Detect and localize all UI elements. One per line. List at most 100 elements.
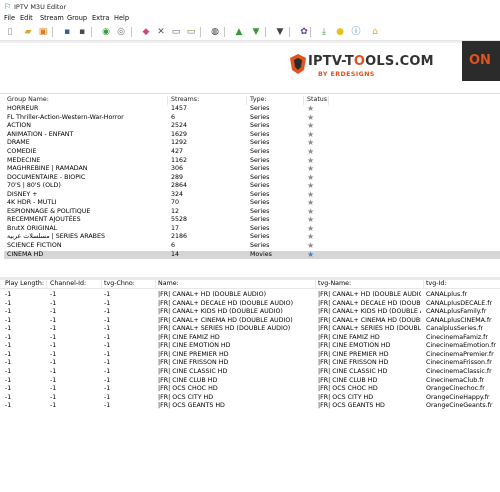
group-streams: 12 [171,207,180,215]
group-row[interactable]: CINEMA HD 14 Movies ★ [4,250,500,260]
gear-icon[interactable]: ✿ [298,26,310,38]
banner-side-text: ON [469,53,491,68]
new-file-icon[interactable]: ▯ [4,26,16,38]
group-row[interactable]: MAGHREBINE | RAMADAN 306 Series ★ [4,164,500,174]
group-streams: 289 [171,173,184,181]
channel-tvg-chno: -1 [104,359,111,367]
channel-tvg-name: |FR| OCS GEANTS HD [318,402,385,410]
group-row[interactable]: FL Thriller-Action-Western-War-Horror 6 Se… [4,113,500,123]
channel-row[interactable]: -1 -1 -1 |FR| OCS GEANTS HD |FR| OCS GEANTS … [0,402,500,411]
menu-item-0[interactable]: File [4,14,15,22]
column-header-streams[interactable]: Streams: [171,96,199,105]
copy-icon[interactable]: ▭ [170,26,182,38]
channel-name: |FR| CINE FRISSON HD [158,359,229,367]
group-row[interactable]: ACTION 2524 Series ★ [4,122,500,131]
menu-item-1[interactable]: Edit [20,14,33,22]
group-row[interactable]: HORREUR 1457 Series ★ [4,105,500,114]
column-header-channel-id[interactable]: Channel-Id: [50,280,100,289]
group-row[interactable]: 70'S | 80'S (OLD) 2864 Series ★ [4,182,500,191]
column-header-tvg-id[interactable]: tvg-Id: [426,280,500,289]
group-row[interactable]: BrutX ORIGINAL 17 Series ★ [4,224,500,234]
status-star-icon[interactable]: ★ [307,250,314,260]
channel-row[interactable]: -1 -1 -1 |FR| OCS CHOC HD |FR| OCS CHOC HD Or… [0,385,500,394]
group-streams: 70 [171,199,180,207]
channel-tvg-chno: -1 [104,402,111,410]
channel-tvg-id: CANALplus.fr [426,291,468,298]
group-row[interactable]: COMEDIE 427 Series ★ [4,147,500,157]
paste-icon[interactable]: ▭ [185,26,197,38]
column-divider[interactable] [155,280,156,289]
channel-row[interactable]: -1 -1 -1 |FR| CANAL+ DECALE HD (DOUBLE AUDI… [0,300,500,309]
channel-tvg-chno: -1 [104,376,111,384]
menu-item-5[interactable]: Help [114,14,129,22]
menu-item-3[interactable]: Group [67,14,87,22]
column-divider[interactable] [246,96,247,105]
home-icon[interactable]: ⌂ [369,26,381,38]
open-url-icon[interactable]: ▣ [37,26,49,38]
channel-row[interactable]: -1 -1 -1 |FR| CINE CLASSIC HD |FR| CINE CLAS… [0,368,500,377]
channel-tvg-chno: -1 [104,342,111,350]
group-type: Series [250,130,270,138]
channel-row[interactable]: -1 -1 -1 |FR| CINE FAMIZ HD |FR| CINE FAMIZ … [0,334,500,343]
open-folder-icon[interactable]: ▰ [22,26,34,38]
logo-text-part: OLS.COM [365,54,434,69]
group-type: Series [250,242,270,249]
column-divider[interactable] [328,96,329,105]
group-streams: 427 [171,147,184,155]
group-type: Movies [250,250,272,258]
channel-play-length: -1 [5,299,12,307]
channel-row[interactable]: -1 -1 -1 |FR| CANAL+ SERIES HD (DOUBLE AUDI… [0,325,500,334]
toolbar-separator [91,27,92,37]
logo-shield-icon [290,54,306,74]
group-row[interactable]: ANIMATION - ENFANT 1629 Series ★ [4,130,500,140]
move-down-icon[interactable]: ▼ [250,26,262,38]
menu-item-4[interactable]: Extra [92,14,109,22]
group-row[interactable]: DISNEY +324 Series ★ [4,190,500,200]
channel-row[interactable]: -1 -1 -1 |FR| CANAL+ KIDS HD (DOUBLE AUDIO)… [0,308,500,317]
filter-icon[interactable]: ▼ [274,26,286,38]
group-type: Series [250,224,270,232]
column-divider[interactable] [423,280,424,289]
eraser-icon[interactable]: ◆ [140,26,152,38]
group-row[interactable]: 4K HDR - MUTLI 70 Series ★ [4,199,500,208]
column-header-tvg-name[interactable]: tvg-Name: [318,280,421,289]
download-icon[interactable]: ⤓ [318,26,330,38]
channel-row[interactable]: -1 -1 -1 |FR| CANAL+ CINEMA HD (DOUBLE AUDI… [0,317,500,326]
channel-play-length: -1 [5,333,12,341]
group-row[interactable]: MEDECINE 1162 Series ★ [4,156,500,166]
group-row[interactable]: DOCUMENTAIRE - BIOPIC 289 Series ★ [4,173,500,183]
column-header-name[interactable]: Name: [158,280,314,289]
column-divider[interactable] [46,280,47,289]
group-row[interactable]: RECEMMENT AJOUTÉES 5528 Series ★ [4,216,500,225]
column-divider[interactable] [303,96,304,105]
column-header-play-length[interactable]: Play Length: [5,280,45,289]
channel-row[interactable]: -1 -1 -1 |FR| CINE FRISSON HD |FR| CINE FRIS… [0,359,500,368]
channel-row[interactable]: -1 -1 -1 |FR| CINE CLUB HD |FR| CINE CLUB HD… [0,377,500,386]
find-icon[interactable]: ◍ [209,26,221,38]
channel-row[interactable]: -1 -1 -1 |FR| CANAL+ HD (DOUBLE AUDIO) |FR| … [0,291,500,300]
cut-icon[interactable]: ✕ [155,26,167,38]
channel-row[interactable]: -1 -1 -1 |FR| CINE EMOTION HD |FR| CINE EMOT… [0,342,500,351]
column-header-group-name[interactable]: Group Name: [7,96,49,105]
group-row[interactable]: مسلسلات عربية | SERIES ARABES 2186 Series ★ [4,233,500,242]
save-icon[interactable]: ▪ [61,26,73,38]
channel-row[interactable]: -1 -1 -1 |FR| CINE PREMIER HD |FR| CINE PREM… [0,351,500,360]
menu-item-2[interactable]: Stream [40,14,64,22]
refresh-icon[interactable]: ◉ [100,26,112,38]
save-as-icon[interactable]: ▪ [76,26,88,38]
column-divider[interactable] [315,280,316,289]
group-row[interactable]: DRAME 1292 Series ★ [4,139,500,148]
info-icon[interactable]: ⓘ [350,26,362,38]
column-divider[interactable] [167,96,168,105]
group-name: 4K HDR - MUTLI [7,199,57,207]
banner: IPTV-TOOLS.COM BY ERDESIGNS [0,41,500,94]
column-header-tvg-chno[interactable]: tvg-Chno: [104,280,154,289]
column-header-type[interactable]: Type: [250,96,267,105]
column-divider[interactable] [101,280,102,289]
settings-icon[interactable]: ◎ [115,26,127,38]
channel-row[interactable]: -1 -1 -1 |FR| OCS CITY HD |FR| OCS CITY HD Or… [0,394,500,403]
group-row[interactable]: SCIENCE FICTION 6 Series ★ [4,241,500,251]
bulb-icon[interactable]: ● [334,26,346,38]
group-streams: 2864 [171,182,188,190]
move-up-icon[interactable]: ▲ [233,26,245,38]
